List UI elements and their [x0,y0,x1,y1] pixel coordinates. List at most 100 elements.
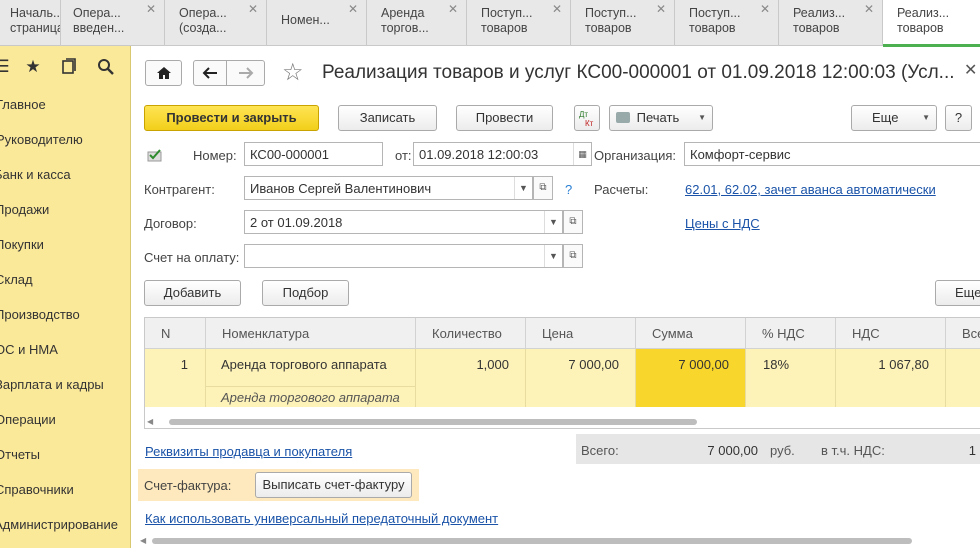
cell-item-subname: Аренда торгового аппарата [206,386,415,405]
open-invoice-icon[interactable]: ⧉ [563,244,583,268]
column-header-qty[interactable]: Количество [416,318,526,349]
pick-button[interactable]: Подбор [262,280,349,306]
more-button[interactable]: Еще ▼ [851,105,937,131]
sidebar-item-warehouse[interactable]: Склад [0,272,126,287]
sidebar-item-reports[interactable]: Отчеты [0,447,126,462]
close-icon[interactable]: ✕ [964,60,977,80]
close-icon[interactable]: ✕ [864,2,874,17]
close-icon[interactable]: ✕ [760,2,770,17]
date-field[interactable]: 01.09.2018 12:00:03 ▦ [413,142,592,166]
tab-rent[interactable]: Аренда торгов... ✕ [367,0,467,46]
close-icon[interactable]: ✕ [448,2,458,17]
org-field[interactable]: Комфорт-сервис [684,142,980,166]
column-header-item[interactable]: Номенклатура [206,318,416,349]
sidebar-item-directories[interactable]: Справочники [0,482,126,497]
dt-kt-icon[interactable]: Дт Кт [574,105,600,131]
sidebar-item-bank[interactable]: Банк и касса [0,167,125,182]
tab-home[interactable]: Началь... страница [0,0,61,46]
cell-item[interactable]: Аренда торгового аппарата Аренда торгово… [206,349,416,407]
tab-label: Поступ... товаров [689,6,741,35]
column-header-total[interactable]: Все [946,318,980,349]
help-mark[interactable]: ? [565,182,572,197]
cell-vat-rate[interactable]: 18% [746,349,836,407]
column-header-price[interactable]: Цена [526,318,636,349]
issue-invoice-button[interactable]: Выписать счет-фактуру [255,472,412,498]
close-icon[interactable]: ✕ [552,2,562,17]
prices-vat-link[interactable]: Цены с НДС [685,216,760,231]
search-icon[interactable] [94,54,118,80]
contractor-field[interactable]: Иванов Сергей Валентинович ▼ [244,176,533,200]
favorite-star-icon[interactable]: ☆ [282,60,304,86]
column-header-n[interactable]: N [145,318,206,349]
close-icon[interactable]: ✕ [146,2,156,17]
cell-total[interactable] [946,349,980,407]
history-icon[interactable] [57,54,81,80]
invoice-doc-label: Счет-фактура: [144,478,232,493]
scrollbar-thumb[interactable] [152,538,912,544]
cell-price[interactable]: 7 000,00 [526,349,636,407]
sidebar-item-purchases[interactable]: Покупки [0,237,126,252]
scroll-left-icon[interactable]: ◀ [140,536,146,545]
add-row-button[interactable]: Добавить [144,280,241,306]
contract-field[interactable]: 2 от 01.09.2018 ▼ [244,210,563,234]
table-more-button[interactable]: Еще [935,280,980,306]
cell-sum[interactable]: 7 000,00 [636,349,746,407]
post-button[interactable]: Провести [456,105,553,131]
cell-qty[interactable]: 1,000 [416,349,526,407]
open-contractor-icon[interactable]: ⧉ [533,176,553,200]
sidebar-item-manager[interactable]: Руководителю [0,132,127,147]
cell-vat[interactable]: 1 067,80 [836,349,946,407]
tab-label: Реализ... товаров [793,6,846,35]
tab-sale-2[interactable]: Реализ... товаров [883,0,980,47]
menu-icon[interactable]: ☰ [0,54,14,80]
tab-label: Поступ... товаров [585,6,637,35]
seller-buyer-details-link[interactable]: Реквизиты продавца и покупателя [145,444,352,459]
sidebar-item-sales[interactable]: Продажи [0,202,126,217]
tab-operation-entered[interactable]: Опера... введен... ✕ [61,0,165,46]
close-icon[interactable]: ✕ [248,2,258,17]
settlements-link[interactable]: 62.01, 62.02, зачет аванса автоматически [685,182,936,197]
sidebar-item-assets[interactable]: ОС и НМА [0,342,126,357]
forward-button[interactable] [226,60,265,86]
cell-n[interactable]: 1 [145,349,206,407]
chevron-down-icon[interactable]: ▼ [544,245,562,267]
column-header-sum[interactable]: Сумма [636,318,746,349]
post-and-close-button[interactable]: Провести и закрыть [144,105,319,131]
calendar-icon[interactable]: ▦ [573,143,591,165]
tab-receipt-2[interactable]: Поступ... товаров ✕ [571,0,675,46]
scroll-left-icon[interactable]: ◀ [147,417,153,426]
sidebar-item-salary[interactable]: Зарплата и кадры [0,377,126,392]
back-button[interactable] [193,60,227,86]
sidebar-item-admin[interactable]: Администрирование [0,517,125,532]
open-contract-icon[interactable]: ⧉ [563,210,583,234]
column-header-vat-rate[interactable]: % НДС [746,318,836,349]
home-button[interactable] [145,60,182,86]
help-button[interactable]: ? [945,105,972,131]
column-header-vat[interactable]: НДС [836,318,946,349]
number-field[interactable]: КС00-000001 [244,142,383,166]
upd-help-link[interactable]: Как использовать универсальный передаточ… [145,511,498,526]
tab-strip: Началь... страница Опера... введен... ✕ О… [0,0,980,47]
sidebar-item-main[interactable]: Главное [0,97,127,112]
tab-sale-1[interactable]: Реализ... товаров ✕ [779,0,883,46]
sidebar-item-production[interactable]: Производство [0,307,126,322]
close-icon[interactable]: ✕ [348,2,358,17]
star-icon[interactable]: ★ [21,54,45,80]
tab-nomenclature[interactable]: Номен... ✕ [267,0,367,46]
tab-operation-created[interactable]: Опера... (созда... ✕ [165,0,267,46]
close-icon[interactable]: ✕ [656,2,666,17]
date-label: от: [395,148,412,163]
print-button[interactable]: Печать ▼ [609,105,713,131]
posted-check-icon [147,148,163,165]
chevron-down-icon[interactable]: ▼ [544,211,562,233]
sidebar-item-operations[interactable]: Операции [0,412,126,427]
tab-receipt-1[interactable]: Поступ... товаров ✕ [467,0,571,46]
chevron-down-icon[interactable]: ▼ [514,177,532,199]
form-horizontal-scrollbar[interactable]: ◀ [140,536,980,545]
tab-receipt-3[interactable]: Поступ... товаров ✕ [675,0,779,46]
scrollbar-thumb[interactable] [169,419,697,425]
invoice-field[interactable]: ▼ [244,244,563,268]
table-horizontal-scrollbar[interactable]: ◀ [145,417,980,427]
save-button[interactable]: Записать [338,105,437,131]
sidebar: ☰ ★ Главное Руководителю Банк и касса Пр… [0,46,131,548]
